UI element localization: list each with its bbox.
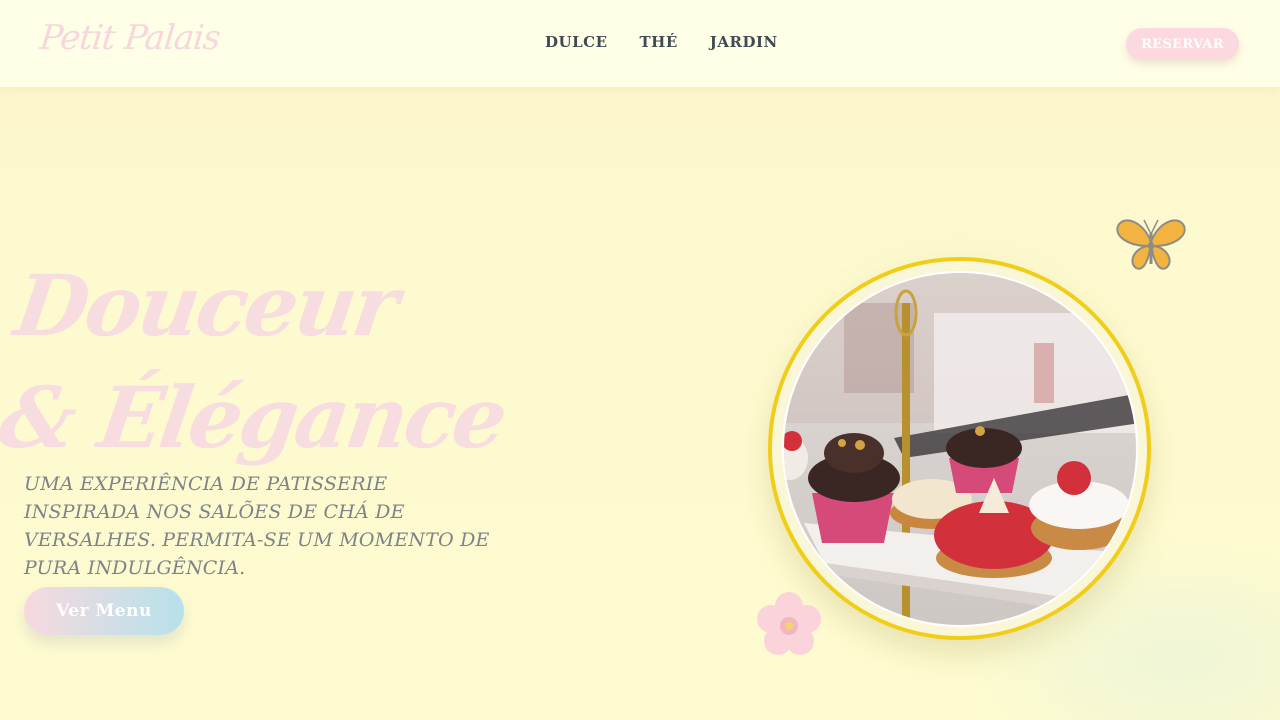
- cherry-blossom-icon: [757, 592, 821, 655]
- hero-description: Uma experiência de patisserie inspirada …: [24, 473, 490, 579]
- view-menu-button[interactable]: Ver Menu: [24, 587, 184, 635]
- nav-item-jardin[interactable]: JARDIN: [710, 33, 778, 51]
- site-logo[interactable]: Petit Palais: [38, 18, 222, 58]
- site-header: Petit Palais DULCE THÉ JARDIN RESERVAR: [0, 0, 1280, 88]
- nav-item-the[interactable]: THÉ: [640, 33, 678, 51]
- pastry-photo: [782, 271, 1138, 627]
- hero-title-line-2: & Élégance: [0, 368, 511, 467]
- nav-item-dulce[interactable]: DULCE: [545, 33, 608, 51]
- hero-title: Douceur & Élégance: [0, 250, 527, 474]
- reserve-button[interactable]: RESERVAR: [1126, 28, 1239, 60]
- butterfly-icon: [1116, 219, 1186, 270]
- main-nav: DULCE THÉ JARDIN: [545, 33, 778, 51]
- hero-title-line-1: Douceur: [9, 256, 403, 355]
